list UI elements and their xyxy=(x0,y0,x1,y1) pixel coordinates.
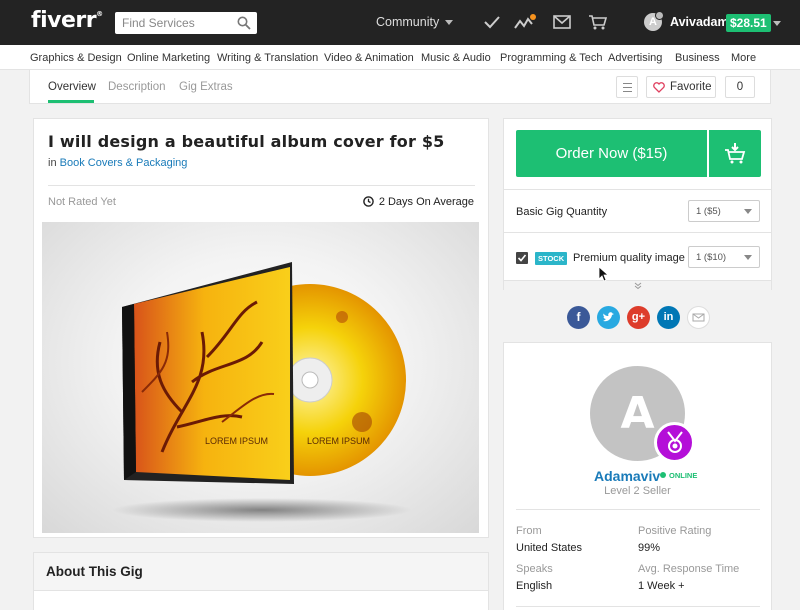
category-business[interactable]: Business xyxy=(675,52,720,64)
tab-gig-extras[interactable]: Gig Extras xyxy=(179,81,233,93)
inbox-icon[interactable] xyxy=(552,13,572,31)
chevron-down-icon xyxy=(744,255,752,260)
category-programming-tech[interactable]: Programming & Tech xyxy=(500,52,603,64)
google-plus-share-icon[interactable]: g+ xyxy=(627,306,650,329)
divider xyxy=(504,189,771,190)
delivery-time: 2 Days On Average xyxy=(363,196,474,208)
expand-extras-button[interactable] xyxy=(504,280,771,290)
chevron-down-icon xyxy=(744,209,752,214)
positive-rating-label: Positive Rating xyxy=(638,525,712,537)
quantity-select[interactable]: 1 ($5) xyxy=(688,200,760,222)
category-music-audio[interactable]: Music & Audio xyxy=(421,52,491,64)
add-to-cart-button[interactable] xyxy=(709,130,761,177)
menu-icon xyxy=(623,83,632,84)
quantity-value: 1 ($5) xyxy=(696,206,721,217)
speaks-value: English xyxy=(516,580,553,592)
stock-badge: STOCK xyxy=(535,252,568,265)
category-prefix: in xyxy=(48,157,57,169)
divider xyxy=(48,185,475,186)
extra-label: Premium quality image xyxy=(573,252,685,264)
seller-level-badge-icon xyxy=(654,422,695,463)
online-label: ONLINE xyxy=(669,471,698,480)
online-dot-icon xyxy=(660,472,666,478)
seller-panel: A Adamaviv ONLINE Level 2 Seller From Un… xyxy=(503,342,772,610)
username[interactable]: Avivadam xyxy=(670,15,729,29)
gig-category-link[interactable]: Book Covers & Packaging xyxy=(60,157,188,169)
extra-quantity-select[interactable]: 1 ($10) xyxy=(688,246,760,268)
gig-title: I will design a beautiful album cover fo… xyxy=(48,132,445,151)
category-nav: Graphics & Design Online Marketing Writi… xyxy=(0,45,800,70)
order-now-button[interactable]: Order Now ($15) xyxy=(516,130,707,177)
gig-subnav: Overview Description Gig Extras Favorite… xyxy=(29,70,771,104)
disc-text: LOREM IPSUM xyxy=(307,436,370,446)
cart-add-icon xyxy=(725,143,746,164)
fiverr-logo[interactable]: fiverr® xyxy=(31,8,103,33)
seller-name[interactable]: Adamaviv xyxy=(594,468,660,484)
favorite-label: Favorite xyxy=(670,81,712,93)
response-time-label: Avg. Response Time xyxy=(638,563,740,575)
twitter-share-icon[interactable] xyxy=(597,306,620,329)
category-writing-translation[interactable]: Writing & Translation xyxy=(217,52,318,64)
chevron-down-icon xyxy=(445,20,454,26)
online-status: ONLINE xyxy=(660,471,697,480)
checkmark-icon xyxy=(517,254,527,262)
speaks-label: Speaks xyxy=(516,563,553,575)
gig-main-panel: I will design a beautiful album cover fo… xyxy=(33,118,489,538)
category-graphics-design[interactable]: Graphics & Design xyxy=(30,52,122,64)
response-time-value: 1 Week + xyxy=(638,580,685,592)
order-panel: Order Now ($15) Basic Gig Quantity 1 ($5… xyxy=(503,118,772,290)
active-tab-indicator xyxy=(48,100,94,103)
tab-description[interactable]: Description xyxy=(108,81,166,93)
category-more[interactable]: More xyxy=(731,52,756,64)
top-bar: fiverr® Community A Avivadam $28.51 xyxy=(0,0,800,45)
about-heading: About This Gig xyxy=(34,553,488,591)
divider xyxy=(516,509,760,510)
category-online-marketing[interactable]: Online Marketing xyxy=(127,52,210,64)
favorite-count: 0 xyxy=(725,76,755,98)
gig-image[interactable]: LOREM IPSUM LOREM IPSUM xyxy=(42,222,479,533)
balance-badge[interactable]: $28.51 xyxy=(726,14,771,32)
double-chevron-down-icon xyxy=(634,282,642,290)
analytics-icon[interactable] xyxy=(513,13,537,31)
community-menu[interactable]: Community xyxy=(376,15,454,29)
from-label: From xyxy=(516,525,542,537)
cover-text: LOREM IPSUM xyxy=(205,436,268,446)
from-value: United States xyxy=(516,542,583,554)
mouse-cursor-icon xyxy=(598,266,610,282)
extra-quantity-value: 1 ($10) xyxy=(696,252,727,263)
check-icon[interactable] xyxy=(482,13,502,31)
seller-level: Level 2 Seller xyxy=(604,485,671,497)
category-video-animation[interactable]: Video & Animation xyxy=(324,52,414,64)
linkedin-share-icon[interactable]: in xyxy=(657,306,680,329)
divider xyxy=(516,606,760,607)
search-input[interactable] xyxy=(115,12,230,34)
search-icon[interactable] xyxy=(237,16,251,30)
divider xyxy=(504,232,771,233)
heart-icon xyxy=(653,82,665,93)
user-avatar[interactable]: A xyxy=(644,11,664,31)
about-panel: About This Gig xyxy=(33,552,489,610)
email-share-icon[interactable] xyxy=(687,306,710,329)
positive-rating-value: 99% xyxy=(638,542,661,554)
user-menu-chevron-icon[interactable] xyxy=(773,21,781,26)
favorite-button[interactable]: Favorite xyxy=(646,76,716,98)
extra-checkbox[interactable] xyxy=(516,252,528,264)
delivery-label: 2 Days On Average xyxy=(378,196,474,208)
search-box xyxy=(115,12,257,34)
category-advertising[interactable]: Advertising xyxy=(608,52,662,64)
facebook-share-icon[interactable]: f xyxy=(567,306,590,329)
clock-icon xyxy=(363,196,374,207)
gig-category-line: in Book Covers & Packaging xyxy=(48,157,187,169)
tab-overview[interactable]: Overview xyxy=(48,81,96,93)
cart-icon[interactable] xyxy=(588,13,608,31)
menu-button[interactable] xyxy=(616,76,638,98)
rating-status: Not Rated Yet xyxy=(48,196,116,208)
album-cover-illustration: LOREM IPSUM LOREM IPSUM xyxy=(112,262,412,522)
quantity-label: Basic Gig Quantity xyxy=(516,206,608,218)
community-label: Community xyxy=(376,15,440,29)
